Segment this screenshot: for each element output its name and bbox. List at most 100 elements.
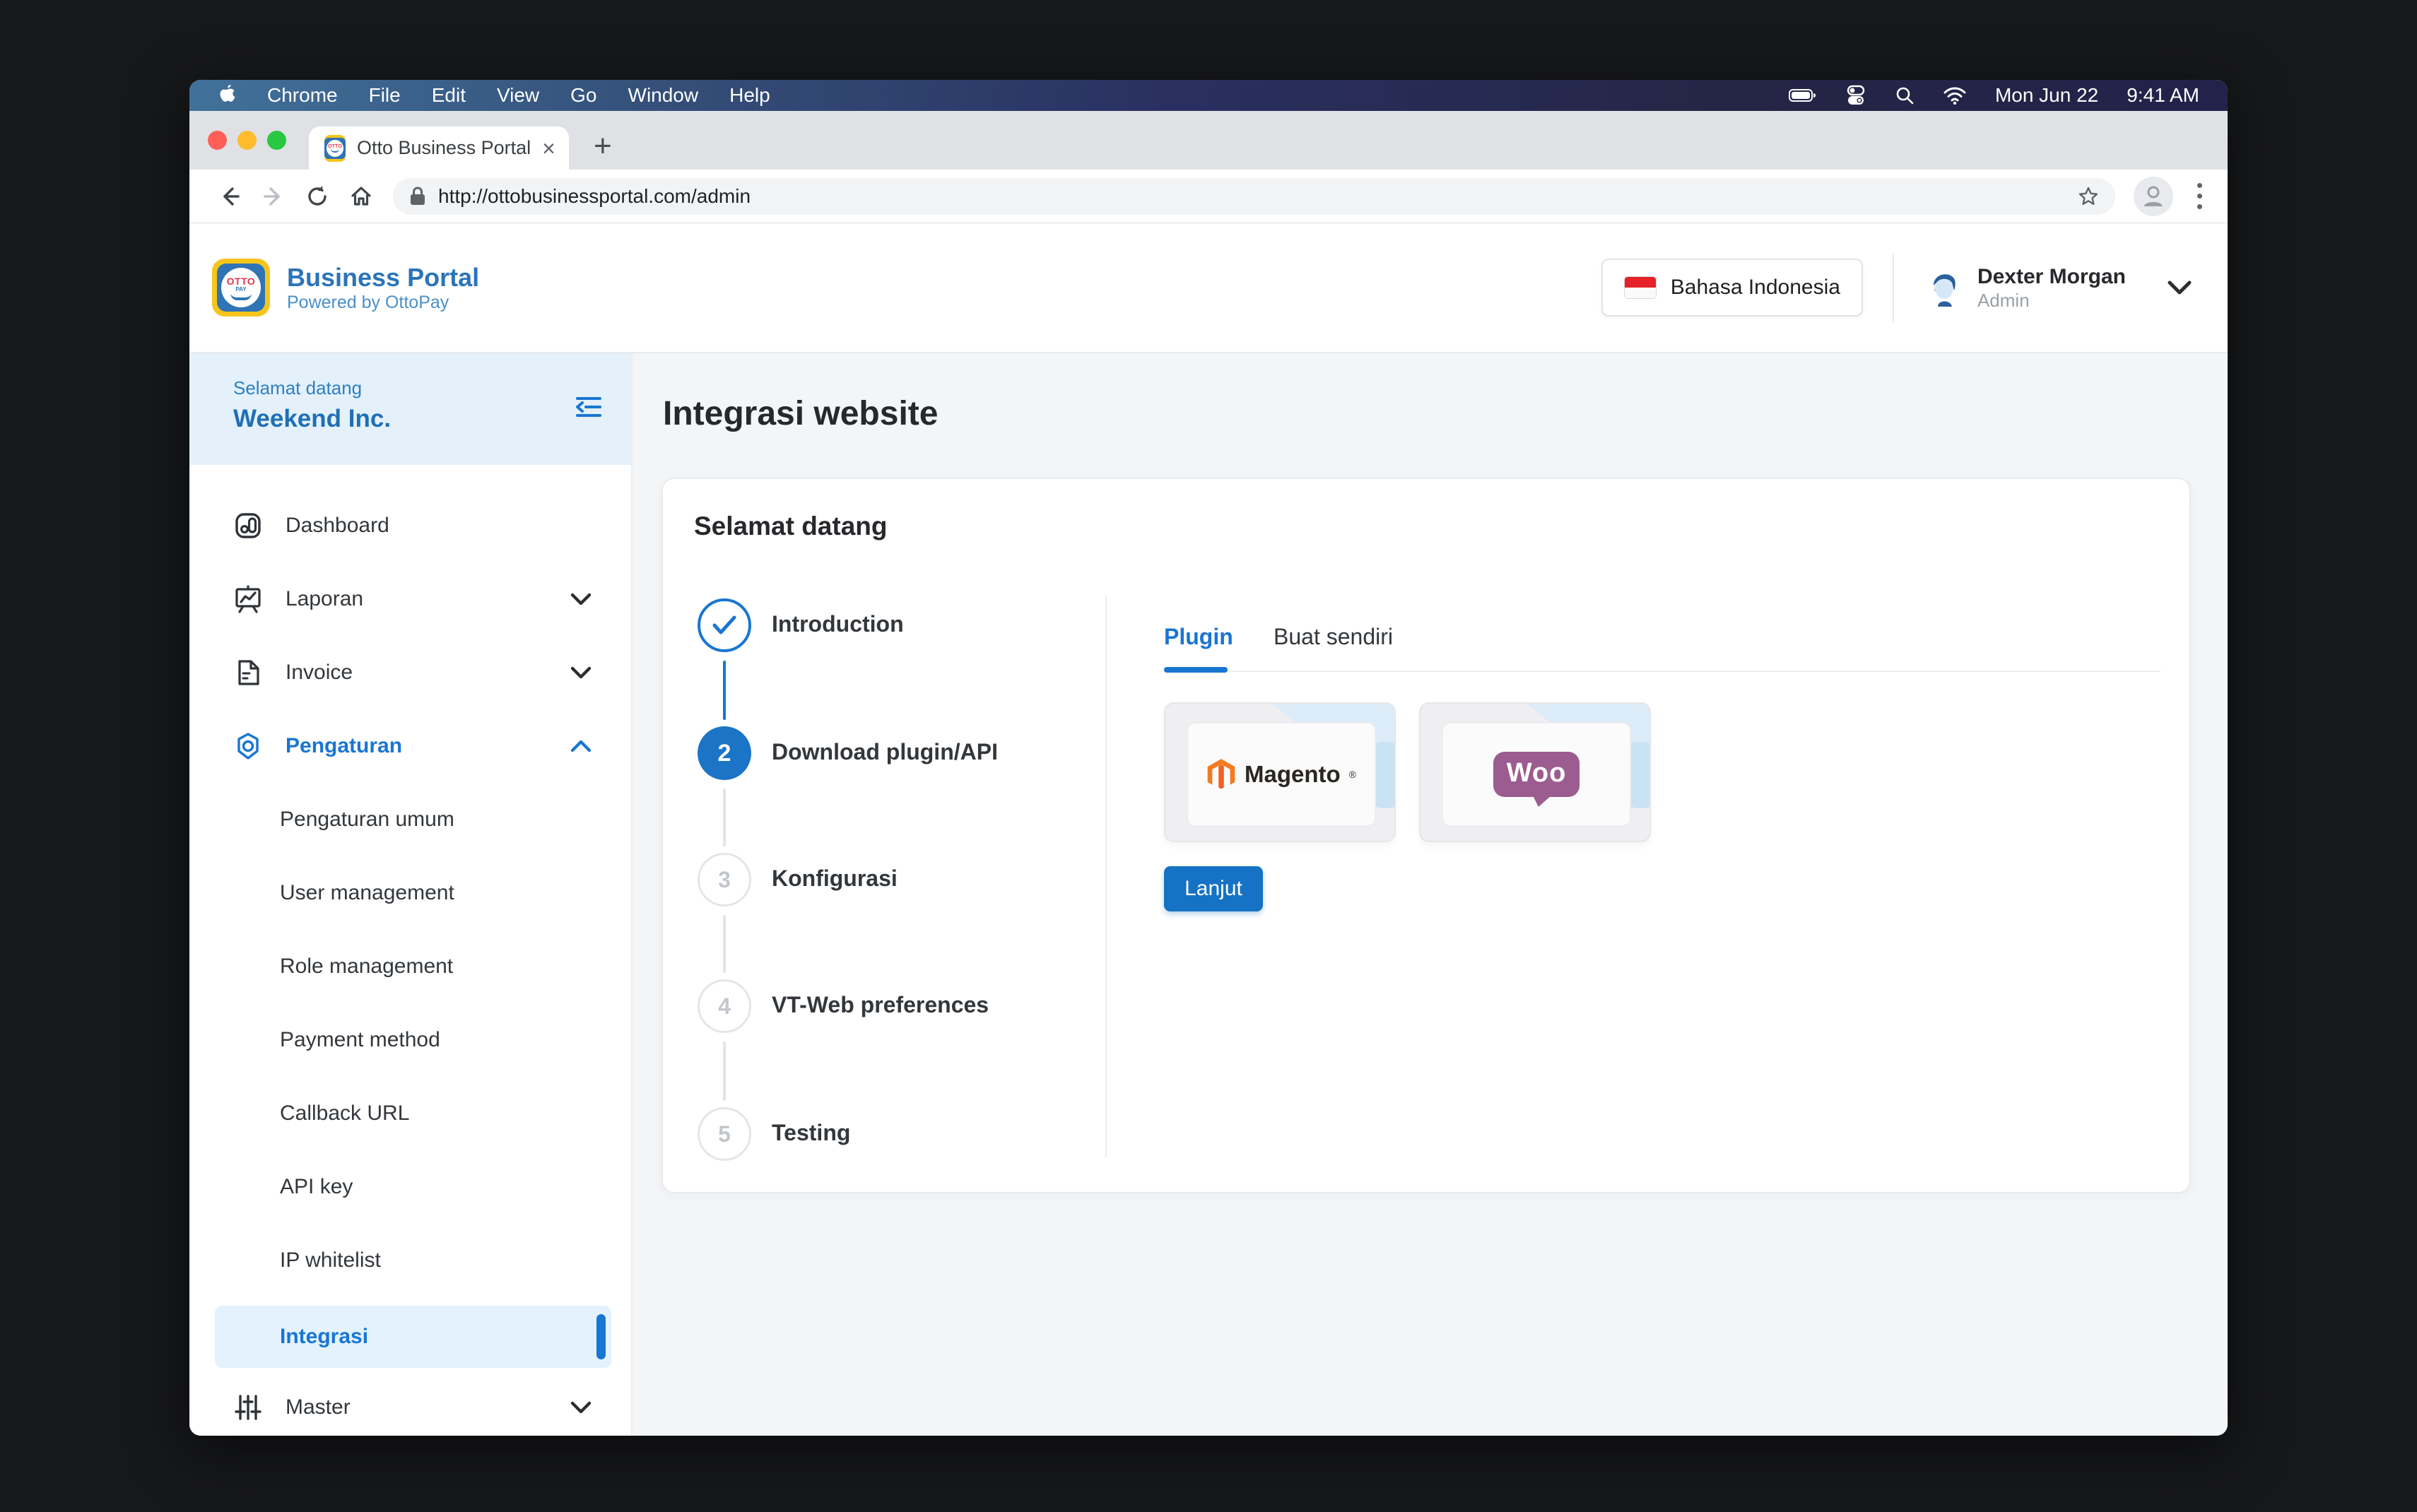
active-tab-underline bbox=[1164, 667, 1228, 673]
menubar-item-help[interactable]: Help bbox=[729, 84, 770, 107]
sidebar-subitem-integrasi-active[interactable]: Integrasi bbox=[215, 1297, 611, 1371]
sidebar-item-dashboard[interactable]: Dashboard bbox=[189, 489, 631, 562]
brand-title: Business Portal bbox=[287, 262, 479, 293]
otto-logo-word: OTTO bbox=[227, 276, 256, 287]
step-number-circle: 5 bbox=[698, 1107, 751, 1161]
sidebar-item-pengaturan[interactable]: Pengaturan bbox=[189, 709, 631, 783]
header-divider bbox=[1893, 254, 1894, 321]
tab-plugin[interactable]: Plugin bbox=[1164, 624, 1233, 650]
favicon-smile bbox=[331, 149, 339, 153]
woo-wordmark: Woo bbox=[1507, 758, 1567, 789]
apple-menu-icon[interactable] bbox=[218, 85, 236, 106]
bookmark-star-icon[interactable] bbox=[2077, 185, 2100, 208]
step-number-circle: 3 bbox=[698, 853, 751, 906]
brand-subtitle: Powered by OttoPay bbox=[287, 293, 479, 313]
sidebar-item-laporan[interactable]: Laporan bbox=[189, 562, 631, 636]
step-check-circle bbox=[698, 598, 751, 652]
sidebar-subitem-role-management[interactable]: Role management bbox=[189, 930, 631, 1003]
control-center-icon[interactable] bbox=[1845, 85, 1866, 106]
forward-icon[interactable] bbox=[252, 184, 295, 209]
user-name: Dexter Morgan bbox=[1977, 264, 2126, 290]
sliders-icon bbox=[232, 1392, 264, 1423]
plugin-card-woocommerce[interactable]: Woo bbox=[1419, 702, 1651, 842]
app-header: OTTO PAY Business Portal Powered by Otto… bbox=[189, 223, 2228, 353]
desktop-background: Chrome File Edit View Go Window Help Mon… bbox=[0, 0, 2417, 1512]
spotlight-search-icon[interactable] bbox=[1895, 85, 1915, 105]
brand[interactable]: OTTO PAY Business Portal Powered by Otto… bbox=[212, 259, 479, 317]
sidebar-item-invoice[interactable]: Invoice bbox=[189, 636, 631, 709]
sidebar-subitem-pengaturan-umum[interactable]: Pengaturan umum bbox=[189, 783, 631, 856]
browser-window: Chrome File Edit View Go Window Help Mon… bbox=[189, 80, 2228, 1436]
tab-strip: OTTO Otto Business Portal × + bbox=[189, 111, 2228, 170]
sidebar-subitem-payment-method[interactable]: Payment method bbox=[189, 1003, 631, 1077]
user-chevron-down-icon bbox=[2167, 280, 2192, 295]
battery-icon bbox=[1789, 88, 1817, 102]
language-label: Bahasa Indonesia bbox=[1671, 276, 1840, 300]
step-connector bbox=[723, 1041, 726, 1101]
minimize-window-button[interactable] bbox=[237, 131, 257, 150]
browser-tab[interactable]: OTTO Otto Business Portal × bbox=[309, 126, 569, 170]
otto-logo-pay: PAY bbox=[235, 286, 246, 293]
step-label: Konfigurasi bbox=[772, 866, 898, 892]
browser-menu-icon[interactable] bbox=[2190, 183, 2209, 209]
step-label: Download plugin/API bbox=[772, 739, 998, 765]
woo-bubble-tail bbox=[1533, 796, 1551, 807]
step-number-circle: 4 bbox=[698, 979, 751, 1033]
menubar-item-edit[interactable]: Edit bbox=[432, 84, 466, 107]
sidebar-collapse-icon[interactable] bbox=[572, 390, 606, 424]
welcome-label: Selamat datang bbox=[233, 377, 606, 399]
site-favicon: OTTO bbox=[324, 135, 346, 162]
sidebar-subitem-label: Integrasi bbox=[280, 1325, 368, 1349]
sidebar-subitem-user-management[interactable]: User management bbox=[189, 856, 631, 930]
back-icon[interactable] bbox=[208, 184, 252, 209]
new-tab-button[interactable]: + bbox=[594, 131, 612, 162]
menubar-item-window[interactable]: Window bbox=[628, 84, 699, 107]
menubar-clock: 9:41 AM bbox=[2127, 84, 2199, 107]
browser-toolbar: http://ottobusinessportal.com/admin bbox=[189, 170, 2228, 223]
settings-icon bbox=[232, 731, 264, 762]
menubar-item-file[interactable]: File bbox=[369, 84, 401, 107]
lock-icon bbox=[408, 186, 427, 207]
reload-icon[interactable] bbox=[295, 184, 339, 209]
woocommerce-logo: Woo bbox=[1442, 722, 1631, 827]
sidebar-item-label: Master bbox=[286, 1395, 570, 1419]
sidebar-nav: Dashboard Laporan Invoice bbox=[189, 465, 631, 1436]
user-menu[interactable]: Dexter Morgan Admin bbox=[1924, 264, 2192, 312]
menubar-item-view[interactable]: View bbox=[497, 84, 539, 107]
address-bar[interactable]: http://ottobusinessportal.com/admin bbox=[393, 178, 2115, 215]
macos-menubar: Chrome File Edit View Go Window Help Mon… bbox=[189, 80, 2228, 111]
sidebar-welcome: Selamat datang Weekend Inc. bbox=[189, 353, 631, 465]
continue-button[interactable]: Lanjut bbox=[1164, 866, 1263, 911]
tab-title: Otto Business Portal bbox=[357, 137, 531, 159]
language-selector-button[interactable]: Bahasa Indonesia bbox=[1601, 259, 1863, 317]
sidebar-item-label: Pengaturan bbox=[286, 734, 570, 758]
integration-wizard-card: Selamat datang Introduction 2 Download p… bbox=[661, 478, 2191, 1193]
chevron-down-icon bbox=[570, 1401, 592, 1414]
close-window-button[interactable] bbox=[208, 131, 227, 150]
stepper-divider bbox=[1105, 595, 1107, 1157]
plugin-card-magento[interactable]: Magento® bbox=[1164, 702, 1396, 842]
sidebar-item-label: Laporan bbox=[286, 587, 570, 611]
menubar-item-chrome[interactable]: Chrome bbox=[267, 84, 338, 107]
dashboard-icon bbox=[232, 510, 264, 541]
menubar-item-go[interactable]: Go bbox=[570, 84, 596, 107]
sidebar-subitem-api-key[interactable]: API key bbox=[189, 1150, 631, 1224]
tab-close-icon[interactable]: × bbox=[542, 137, 555, 160]
magento-wordmark: Magento bbox=[1245, 761, 1341, 788]
step-label: Introduction bbox=[772, 611, 904, 637]
sidebar-subitem-ip-whitelist[interactable]: IP whitelist bbox=[189, 1224, 631, 1297]
browser-profile-icon[interactable] bbox=[2134, 177, 2173, 216]
tab-buat-sendiri[interactable]: Buat sendiri bbox=[1274, 624, 1393, 650]
ottopay-logo: OTTO PAY bbox=[212, 259, 270, 317]
sidebar: Selamat datang Weekend Inc. Dashboard bbox=[189, 353, 633, 1436]
sidebar-item-master[interactable]: Master bbox=[189, 1371, 631, 1436]
wifi-icon[interactable] bbox=[1943, 86, 1967, 105]
main-content: Integrasi website Selamat datang Introdu… bbox=[633, 353, 2228, 1436]
url-text: http://ottobusinessportal.com/admin bbox=[438, 185, 2066, 208]
indonesia-flag-icon bbox=[1624, 276, 1657, 299]
sidebar-subitem-callback-url[interactable]: Callback URL bbox=[189, 1077, 631, 1150]
home-icon[interactable] bbox=[339, 184, 383, 209]
user-avatar bbox=[1924, 268, 1962, 307]
step-number-circle: 2 bbox=[698, 726, 751, 780]
zoom-window-button[interactable] bbox=[267, 131, 286, 150]
